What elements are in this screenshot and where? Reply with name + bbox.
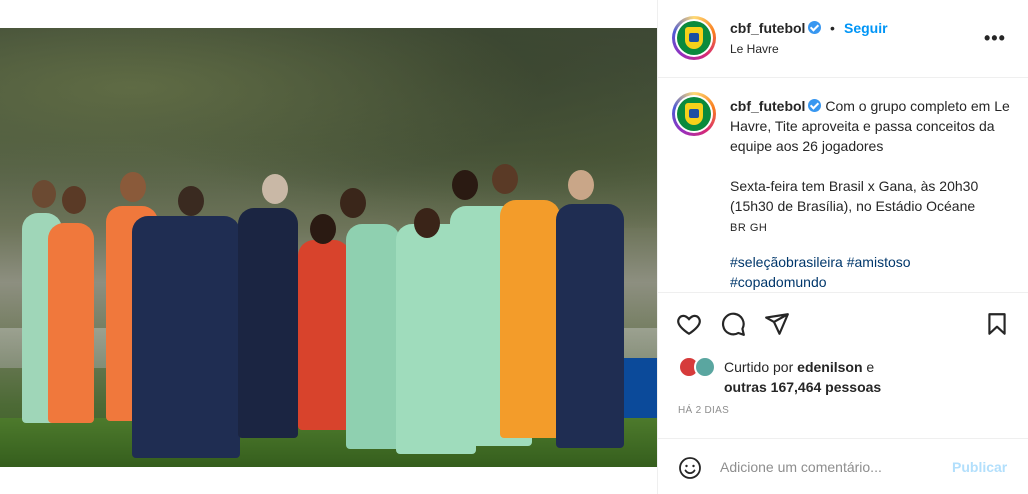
player-figure: [48, 223, 94, 423]
cbf-crest-icon: [685, 27, 703, 49]
post-panel: cbf_futebol • Seguir Le Havre ••• cbf_fu…: [657, 0, 1028, 494]
hashtag-link[interactable]: #seleçãobrasileira: [730, 254, 843, 270]
likes-others[interactable]: outras 167,464 pessoas: [724, 379, 881, 395]
player-head: [340, 188, 366, 218]
verified-icon: [808, 21, 822, 34]
post-actions: Curtido por edenilson e outras 167,464 p…: [658, 292, 1028, 416]
caption-line-2: Sexta-feira tem Brasil x Gana, às 20h30 …: [730, 178, 979, 214]
caption-username[interactable]: cbf_futebol: [730, 98, 805, 114]
heart-icon[interactable]: [676, 311, 702, 337]
player-head: [452, 170, 478, 200]
player-figure: [298, 240, 350, 430]
player-head: [178, 186, 204, 216]
comment-input[interactable]: [720, 455, 940, 479]
caption-avatar[interactable]: [672, 92, 716, 136]
header-username-wrap: cbf_futebol: [730, 20, 822, 38]
comment-icon[interactable]: [720, 311, 746, 337]
caption-area: cbf_futebol Com o grupo completo em Le H…: [658, 78, 1028, 292]
hashtag-link[interactable]: #amistoso: [847, 254, 911, 270]
header-separator: •: [830, 20, 835, 36]
player-figure: [556, 204, 624, 448]
player-figure: [132, 216, 240, 458]
share-icon[interactable]: [764, 311, 790, 337]
post-photo[interactable]: eú: [0, 28, 657, 467]
media-column: eú: [0, 0, 657, 494]
emoji-icon[interactable]: [678, 456, 702, 480]
likes-prefix: Curtido por: [724, 359, 798, 375]
liked-by-avatars[interactable]: [678, 356, 722, 380]
bookmark-icon[interactable]: [984, 311, 1010, 337]
cbf-crest-icon: [685, 103, 703, 125]
player-head: [310, 214, 336, 244]
likes-text: Curtido por edenilson e outras 167,464 p…: [724, 357, 1014, 397]
hashtag-link[interactable]: #copadomundo: [730, 274, 827, 290]
player-figure: [346, 224, 400, 449]
follow-button[interactable]: Seguir: [844, 20, 888, 36]
photo-trees-background: [0, 28, 657, 228]
player-head: [414, 208, 440, 238]
avatar: [694, 356, 716, 378]
comment-bar: Publicar: [658, 438, 1028, 494]
player-head: [568, 170, 594, 200]
caption-text: cbf_futebol Com o grupo completo em Le H…: [730, 96, 1020, 292]
post-timestamp[interactable]: HÁ 2 DIAS: [678, 405, 729, 416]
liked-by-user[interactable]: edenilson: [797, 359, 862, 375]
post-header: cbf_futebol • Seguir Le Havre •••: [658, 0, 1028, 78]
likes-middle: e: [862, 359, 875, 375]
player-figure: [500, 200, 560, 438]
caption-flags: BR GH: [730, 222, 768, 234]
player-head: [262, 174, 288, 204]
player-head: [62, 186, 86, 214]
player-head: [492, 164, 518, 194]
publish-button[interactable]: Publicar: [952, 459, 1007, 475]
player-head: [120, 172, 146, 202]
player-head: [32, 180, 56, 208]
profile-avatar[interactable]: [672, 16, 716, 60]
player-figure: [238, 208, 298, 438]
more-options-icon[interactable]: •••: [984, 28, 1006, 49]
header-username[interactable]: cbf_futebol: [730, 20, 805, 36]
post-location[interactable]: Le Havre: [730, 42, 779, 56]
verified-icon: [808, 99, 822, 112]
